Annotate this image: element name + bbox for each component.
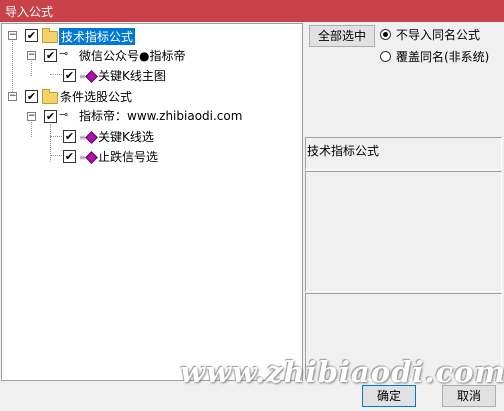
item1-checkbox[interactable]: ✔ [63, 69, 76, 82]
folder-icon [42, 89, 58, 104]
tree-connector [12, 38, 13, 96]
title-bar: 导入公式 [0, 0, 504, 22]
key-icon: ⊸ [59, 47, 69, 60]
expand-root2-icon[interactable]: − [8, 92, 17, 101]
watermark-text: www.zhibiaodi.com [180, 355, 504, 389]
tree-item-root2[interactable]: 条件选股公式 [60, 88, 132, 105]
expand-root1-icon[interactable]: − [8, 31, 17, 40]
radio-skip-label[interactable]: 不导入同名公式 [396, 26, 480, 43]
tree-connector [50, 155, 62, 156]
formula-gem-icon [85, 151, 98, 164]
cancel-button[interactable]: 取消 [442, 385, 496, 407]
group2-checkbox[interactable]: ✔ [44, 110, 57, 123]
tree-item-group1[interactable]: 微信公众号●指标帝 [79, 47, 185, 64]
tree-item-item3[interactable]: 止跌信号选 [98, 148, 158, 165]
radio-overwrite[interactable] [380, 51, 391, 62]
tree-item-group2[interactable]: 指标帝：www.zhibiaodi.com [79, 107, 242, 124]
formula-gem-icon [85, 131, 98, 144]
root2-checkbox[interactable]: ✔ [25, 90, 38, 103]
radio-overwrite-label[interactable]: 覆盖同名(非系统) [396, 48, 489, 65]
formula-type-label: 技术指标公式 [307, 144, 380, 158]
item3-checkbox[interactable]: ✔ [63, 150, 76, 163]
root1-checkbox[interactable]: ✔ [25, 29, 38, 42]
formula-description-box [305, 171, 502, 292]
key-icon: ⊸ [59, 108, 69, 121]
formula-gem-icon [85, 70, 98, 83]
item2-checkbox[interactable]: ✔ [63, 130, 76, 143]
tree-connector [50, 124, 51, 162]
ok-button[interactable]: 确定 [362, 385, 416, 407]
expand-group2-icon[interactable]: − [27, 112, 36, 121]
window-title: 导入公式 [5, 5, 54, 19]
tree-item-item1[interactable]: 关键K线主图 [98, 67, 166, 84]
formula-tree[interactable]: − ✔ 技术指标公式 − ✔ ⊸ 微信公众号●指标帝 ✔ ≡ 关键K线主图 − … [1, 23, 303, 381]
group1-checkbox[interactable]: ✔ [44, 49, 57, 62]
folder-icon [42, 28, 58, 43]
tree-connector [50, 74, 62, 75]
select-all-button[interactable]: 全部选中 [309, 25, 375, 47]
tree-item-root1[interactable]: 技术指标公式 [59, 28, 136, 45]
radio-skip-duplicates[interactable] [380, 29, 391, 40]
tree-item-item2[interactable]: 关键K线选 [98, 128, 154, 145]
tree-connector [50, 136, 62, 137]
expand-group1-icon[interactable]: − [27, 51, 36, 60]
